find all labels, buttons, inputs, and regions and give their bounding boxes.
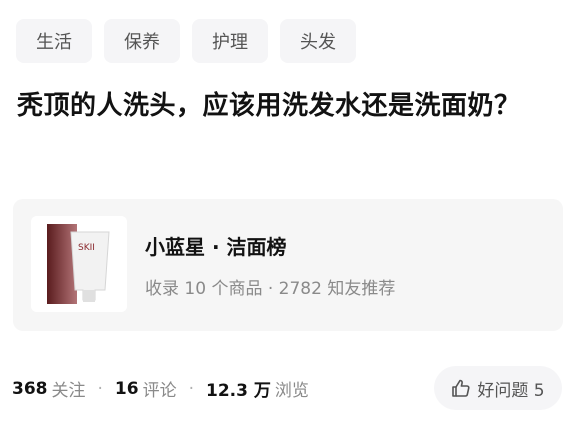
product-thumbnail: SKII xyxy=(31,216,127,312)
product-list-meta: 收录 10 个商品 · 2782 知友推荐 xyxy=(145,279,396,299)
comments-count: 16 xyxy=(114,378,139,399)
product-list-card[interactable]: SKII 小蓝星 · 洁面榜 收录 10 个商品 · 2782 知友推荐 xyxy=(13,199,563,331)
separator-dot: · xyxy=(188,378,194,399)
topic-tag-maintenance[interactable]: 保养 xyxy=(104,19,180,63)
product-list-title: 小蓝星 · 洁面榜 xyxy=(145,235,287,259)
followers-count: 368 xyxy=(12,378,48,399)
question-title[interactable]: 秃顶的人洗头，应该用洗发水还是洗面奶？ xyxy=(17,84,557,128)
topic-tag-care[interactable]: 护理 xyxy=(192,19,268,63)
topic-tag-life[interactable]: 生活 xyxy=(16,19,92,63)
good-question-label: 好问题 5 xyxy=(477,380,545,401)
topic-tags: 生活 保养 护理 头发 xyxy=(16,19,356,63)
followers-label[interactable]: 关注 xyxy=(52,376,86,401)
separator-dot: · xyxy=(97,378,103,399)
topic-tag-hair[interactable]: 头发 xyxy=(280,19,356,63)
comments-label[interactable]: 评论 xyxy=(143,376,177,401)
brand-logo-text: SKII xyxy=(78,243,95,253)
views-label: 浏览 xyxy=(274,381,309,401)
good-question-button[interactable]: 好问题 5 xyxy=(434,366,562,410)
cleanser-product-image: SKII xyxy=(31,216,127,312)
views-count: 12.3 万 xyxy=(205,381,271,401)
question-stats: 368 关注 · 16 评论 · 12.3 万 浏览 xyxy=(12,376,309,402)
thumbs-up-icon xyxy=(452,379,470,397)
